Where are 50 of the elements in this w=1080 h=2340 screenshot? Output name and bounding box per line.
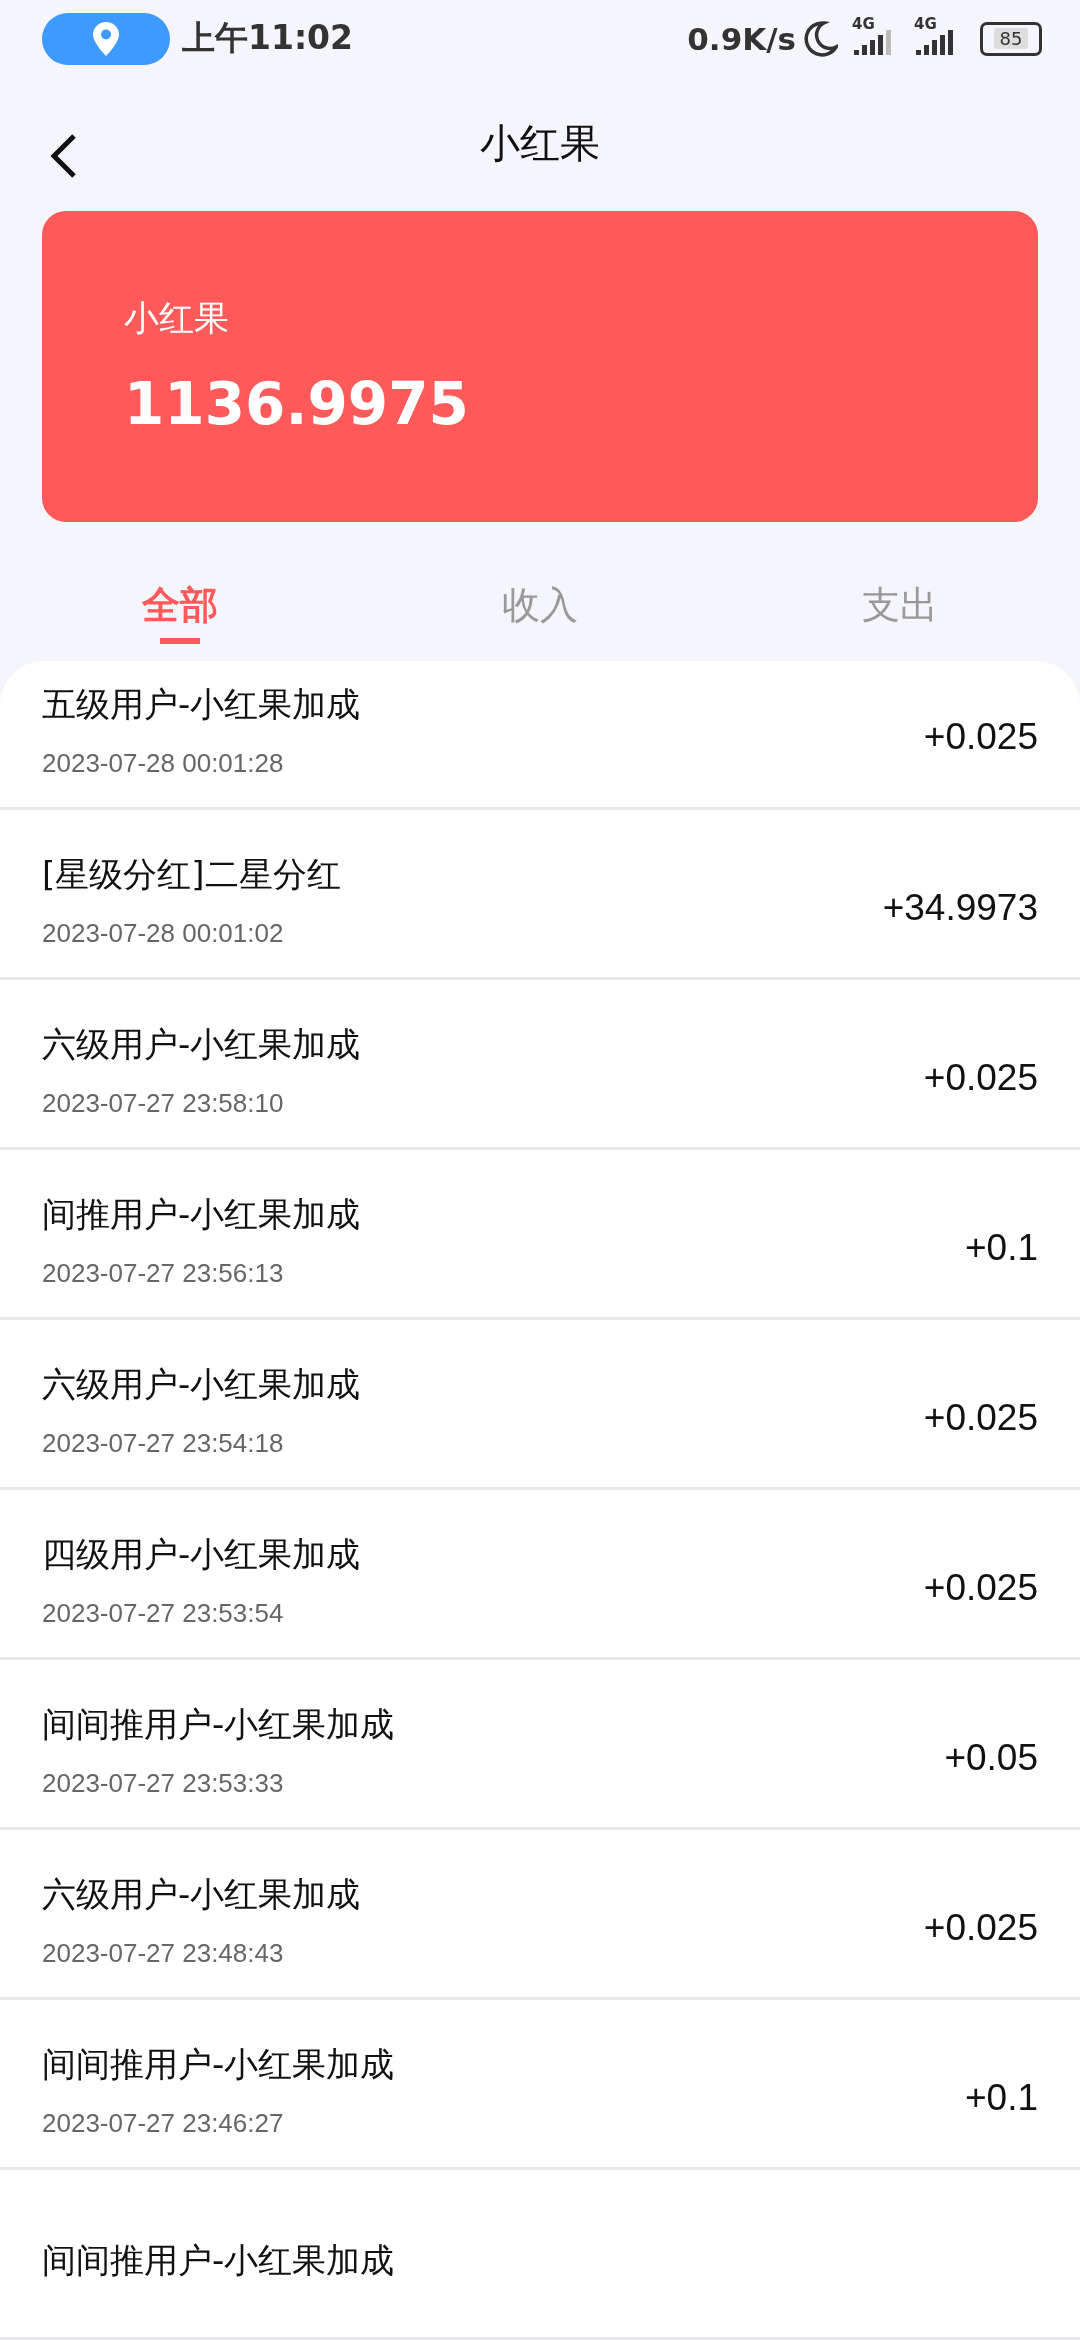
- network-speed: 0.9K/s: [687, 20, 796, 57]
- record-row[interactable]: 间间推用户-小红果加成 2023-07-27 23:53:33 +0.05: [0, 1660, 1080, 1830]
- record-title: 间间推用户-小红果加成: [42, 1703, 395, 1746]
- record-row[interactable]: [星级分红]二星分红 2023-07-28 00:01:02 +34.9973: [0, 810, 1080, 980]
- page-title: 小红果: [480, 119, 600, 169]
- record-time: 2023-07-28 00:01:02: [42, 918, 285, 949]
- record-amount: +0.05: [944, 1736, 1038, 1779]
- record-row[interactable]: 五级用户-小红果加成 2023-07-28 00:01:28 +0.025: [0, 661, 1080, 810]
- record-amount: +0.1: [964, 1226, 1038, 1269]
- location-pill[interactable]: [42, 12, 170, 65]
- record-time: 2023-07-27 23:56:13: [42, 1258, 285, 1289]
- record-row[interactable]: 六级用户-小红果加成 2023-07-27 23:54:18 +0.025: [0, 1320, 1080, 1490]
- record-title: 间推用户-小红果加成: [42, 1193, 361, 1236]
- record-time: 2023-07-27 23:54:18: [42, 1428, 285, 1459]
- record-title: 六级用户-小红果加成: [42, 1873, 361, 1916]
- record-time: 2023-07-27 23:58:10: [42, 1088, 285, 1119]
- record-time: 2023-07-27 23:53:33: [42, 1768, 285, 1799]
- record-row[interactable]: 间间推用户-小红果加成 2023-07-27 23:46:27 +0.1: [0, 2000, 1080, 2170]
- record-title: [星级分红]二星分红: [42, 853, 341, 896]
- record-amount: +34.9973: [882, 886, 1038, 929]
- record-time: 2023-07-27 23:46:27: [42, 2108, 285, 2139]
- network-type: 4G: [914, 14, 937, 33]
- record-amount: +0.025: [923, 1906, 1038, 1949]
- record-title: 间间推用户-小红果加成: [42, 2043, 395, 2086]
- back-icon[interactable]: [48, 133, 78, 180]
- record-row[interactable]: 六级用户-小红果加成 2023-07-27 23:48:43 +0.025: [0, 1830, 1080, 2000]
- record-row[interactable]: 间推用户-小红果加成 2023-07-27 23:56:13 +0.1: [0, 1150, 1080, 1320]
- record-title: 间间推用户-小红果加成: [42, 2238, 395, 2282]
- record-title: 六级用户-小红果加成: [42, 1363, 361, 1406]
- record-time: 2023-07-28 00:01:28: [42, 747, 285, 779]
- record-title: 六级用户-小红果加成: [42, 1023, 361, 1066]
- moon-icon: [804, 20, 838, 57]
- battery-level: 85: [993, 28, 1029, 50]
- record-row[interactable]: 六级用户-小红果加成 2023-07-27 23:58:10 +0.025: [0, 980, 1080, 1150]
- record-amount: +0.1: [964, 2076, 1038, 2119]
- record-title: 四级用户-小红果加成: [42, 1533, 361, 1576]
- balance-value: 1136.9975: [124, 369, 470, 438]
- status-time: 上午11:02: [182, 17, 354, 60]
- record-amount: +0.025: [923, 1056, 1038, 1099]
- record-amount: +0.025: [923, 716, 1038, 758]
- record-row[interactable]: 四级用户-小红果加成 2023-07-27 23:53:54 +0.025: [0, 1490, 1080, 1660]
- record-time: 2023-07-27 23:53:54: [42, 1598, 285, 1629]
- network-type: 4G: [852, 14, 875, 33]
- record-time: 2023-07-27 23:48:43: [42, 1938, 285, 1969]
- location-pin-icon: [93, 21, 119, 56]
- record-row[interactable]: 间间推用户-小红果加成: [0, 2170, 1080, 2340]
- record-amount: +0.025: [923, 1566, 1038, 1609]
- record-amount: +0.025: [923, 1396, 1038, 1439]
- record-title: 五级用户-小红果加成: [42, 682, 361, 726]
- balance-label: 小红果: [124, 296, 230, 340]
